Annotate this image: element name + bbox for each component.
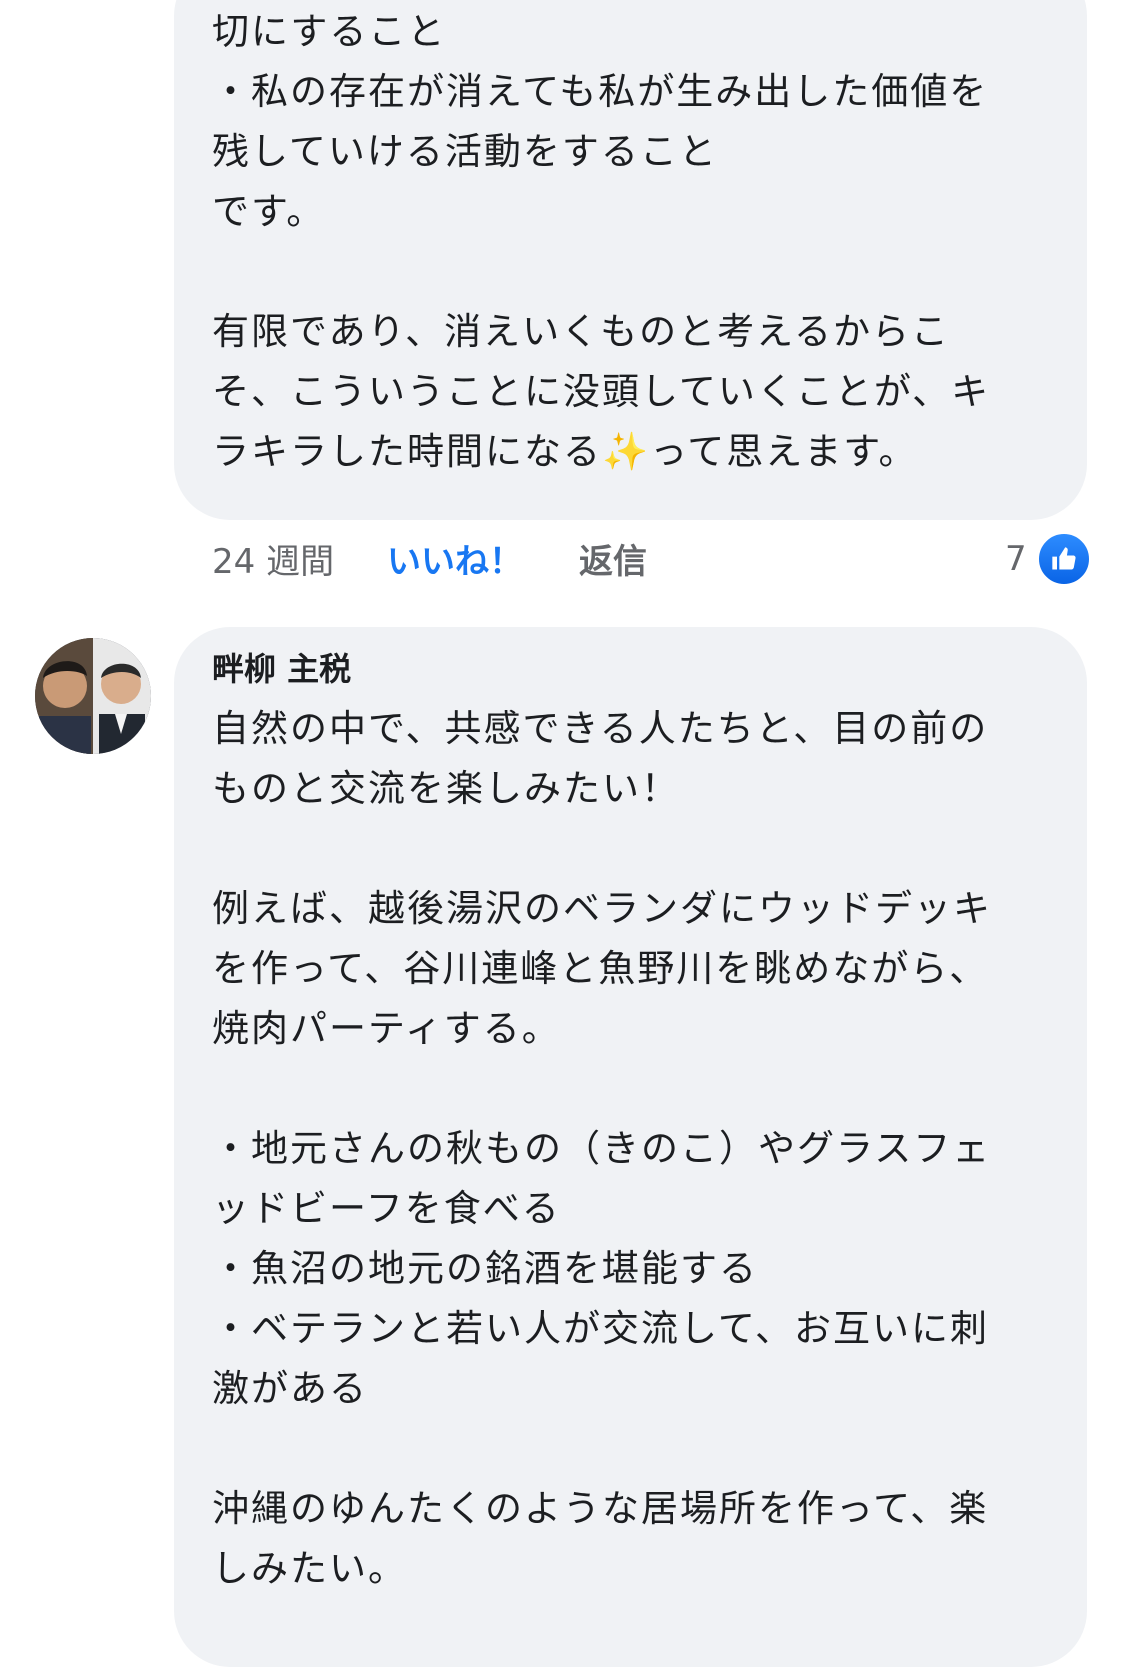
reaction-summary[interactable]: 7 [1005,532,1091,586]
comment-actions: 24 週間 いいね！ 返信 [212,533,647,583]
comment-timestamp[interactable]: 24 週間 [212,534,387,583]
comment-bubble: 畔柳 主税 自然の中で、共感できる人たちと、目の前の ものと交流を楽しみたい！ … [174,627,1087,1667]
reply-button[interactable]: 返信 [579,534,647,583]
thumbs-up-icon [1036,532,1091,586]
like-button[interactable]: いいね！ [387,534,579,583]
comment-author[interactable]: 畔柳 主税 [212,649,1053,689]
reaction-count: 7 [1005,539,1027,579]
avatar[interactable] [35,638,151,754]
comment-text: 自然の中で、共感できる人たちと、目の前の ものと交流を楽しみたい！ 例えば、越後… [212,707,992,1590]
comment-bubble: 切にすること ・私の存在が消えても私が生み出した価値を 残していける活動をするこ… [174,0,1087,520]
comment-text: 切にすること ・私の存在が消えても私が生み出した価値を 残していける活動をするこ… [212,10,991,473]
